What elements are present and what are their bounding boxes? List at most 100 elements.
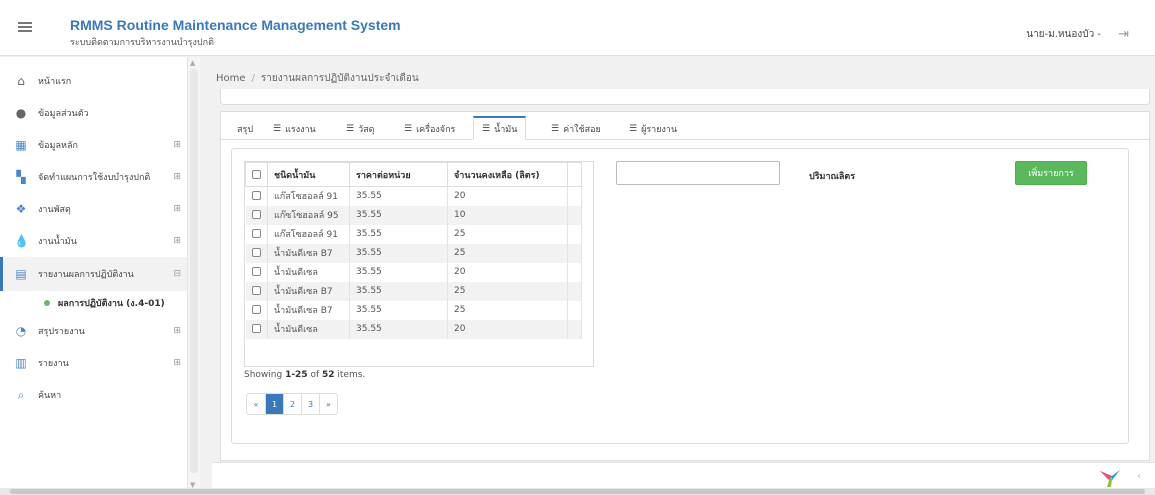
column-header[interactable]: ชนิดน้ำมัน: [267, 162, 350, 187]
page-2-button[interactable]: 2: [283, 394, 301, 414]
hamburger-icon[interactable]: [18, 22, 32, 32]
tab-label: วัสดุ: [358, 125, 375, 135]
sidebar-item-profile[interactable]: ● ข้อมูลส่วนตัว: [0, 97, 187, 129]
expand-icon[interactable]: ⊞: [173, 172, 181, 182]
column-header[interactable]: ราคาต่อหน่วย: [349, 162, 448, 187]
app-subtitle: ระบบติดตามการบริหารงานบำรุงปกติ: [70, 38, 214, 48]
chevron-left-icon[interactable]: ‹: [1137, 471, 1141, 482]
list-icon: ☰: [551, 124, 560, 134]
sidebar-item-reports[interactable]: ▥ รายงาน ⊞: [0, 347, 187, 379]
breadcrumb-home[interactable]: Home: [216, 73, 246, 84]
tab-summary[interactable]: สรุป: [229, 118, 261, 140]
tab-label: น้ำมัน: [494, 124, 518, 135]
grid-icon: ▚: [16, 170, 26, 184]
page-3-button[interactable]: 3: [301, 394, 319, 414]
table-row[interactable]: น้ำมันดีเซล B7 35.55 25: [245, 281, 582, 301]
select-all-checkbox[interactable]: [252, 169, 261, 179]
expand-icon[interactable]: ⊞: [173, 236, 181, 246]
sidebar-item-search[interactable]: ⌕ ค้นหา: [0, 379, 187, 411]
row-checkbox[interactable]: [251, 286, 261, 295]
sidebar-item-fuel[interactable]: 💧 งานน้ำมัน ⊞: [0, 225, 187, 257]
tab-reporter[interactable]: ☰ ผู้รายงาน: [621, 118, 685, 140]
list-icon: ☰: [404, 124, 413, 134]
remaining-liters: 25: [447, 224, 568, 244]
sidebar-item-master-data[interactable]: ▦ ข้อมูลหลัก ⊞: [0, 129, 187, 161]
sidebar-item-budget-plan[interactable]: ▚ จัดทำแผนการใช้งบบำรุงปกติ ⊞: [0, 161, 187, 193]
user-name[interactable]: นาย-ม.หนองบัว -: [1026, 27, 1101, 42]
table-row[interactable]: น้ำมันดีเซล 35.55 20: [245, 262, 582, 282]
fuel-table: ชนิดน้ำมัน ราคาต่อหน่วย จำนวนคงเหลือ (ลิ…: [245, 162, 582, 339]
remaining-liters: 25: [447, 243, 568, 263]
next-page-button[interactable]: »: [319, 394, 337, 414]
table-row[interactable]: น้ำมันดีเซล B7 35.55 25: [245, 300, 582, 320]
sidebar-item-performance-report[interactable]: ▤ รายงานผลการปฏิบัติงาน ⊟: [0, 257, 187, 291]
row-checkbox[interactable]: [251, 191, 261, 201]
sidebar-subitem-performance[interactable]: ผลการปฏิบัติงาน (ง.4-01): [0, 291, 187, 315]
list-icon: ☰: [629, 124, 638, 134]
search-icon: ⌕: [17, 387, 25, 402]
expand-icon[interactable]: ⊞: [173, 140, 181, 150]
summary-middle: of: [307, 370, 322, 380]
table-row[interactable]: แก๊ซโซฮอลล์ 95 35.55 10: [245, 205, 582, 225]
table-row[interactable]: น้ำมันดีเซล B7 35.55 25: [245, 243, 582, 263]
sidebar-item-summary[interactable]: ◔ สรุปรายงาน ⊞: [0, 315, 187, 347]
list-icon: ☰: [482, 123, 491, 134]
horizontal-scrollbar[interactable]: [0, 488, 1155, 495]
fuel-type: น้ำมันดีเซล B7: [267, 243, 350, 263]
quantity-input[interactable]: [616, 161, 780, 185]
row-checkbox[interactable]: [251, 305, 261, 314]
table-icon: ▦: [15, 138, 27, 152]
collapse-icon[interactable]: ⊟: [173, 269, 181, 279]
expand-icon[interactable]: ⊞: [173, 204, 181, 214]
report-panel: สรุป ☰ แรงงาน ☰ วัสดุ ☰ เครื่องจักร ☰ น้ำมัน…: [220, 111, 1150, 461]
fuel-type: น้ำมันดีเซล: [267, 319, 350, 339]
fuel-type: แก๊สโซฮอลล์ 91: [267, 186, 350, 206]
scroll-header-cell: [567, 162, 582, 187]
user-icon: ●: [15, 106, 27, 120]
sidebar-item-supplies[interactable]: ❖ งานพัสดุ ⊞: [0, 193, 187, 225]
table-row[interactable]: แก๊สโซฮอลล์ 91 35.55 20: [245, 186, 582, 206]
row-checkbox[interactable]: [251, 248, 261, 257]
tab-expenses[interactable]: ☰ ค่าใช้สอย: [543, 118, 609, 140]
sidebar-item-label: จัดทำแผนการใช้งบบำรุงปกติ: [38, 173, 151, 183]
expand-icon[interactable]: ⊞: [173, 326, 181, 336]
unit-price: 35.55: [349, 281, 448, 301]
expand-icon[interactable]: ⊞: [173, 358, 181, 368]
summary-total: 52: [322, 370, 335, 380]
row-checkbox[interactable]: [251, 210, 261, 219]
pie-chart-icon: ◔: [15, 324, 27, 338]
horizontal-scroll-thumb[interactable]: [10, 489, 1145, 494]
pagination: « 1 2 3 »: [246, 393, 338, 415]
page-1-button[interactable]: 1: [265, 394, 283, 414]
remaining-liters: 20: [447, 186, 568, 206]
prev-page-button[interactable]: «: [247, 394, 265, 414]
table-row[interactable]: แก๊สโซฮอลล์ 91 35.55 25: [245, 224, 582, 244]
fuel-table-container[interactable]: ชนิดน้ำมัน ราคาต่อหน่วย จำนวนคงเหลือ (ลิ…: [244, 161, 594, 367]
sidebar-item-label: หน้าแรก: [38, 77, 72, 87]
row-checkbox[interactable]: [251, 324, 261, 333]
scroll-up-icon[interactable]: ▲: [190, 59, 195, 67]
bar-chart-icon: ▥: [15, 356, 27, 370]
fuel-type: น้ำมันดีเซล B7: [267, 300, 350, 320]
fuel-panel: ชนิดน้ำมัน ราคาต่อหน่วย จำนวนคงเหลือ (ลิ…: [231, 148, 1129, 444]
row-checkbox[interactable]: [251, 229, 261, 238]
sidebar-item-home[interactable]: ⌂ หน้าแรก: [0, 65, 187, 97]
logout-icon[interactable]: ⇥: [1118, 27, 1129, 42]
table-row[interactable]: น้ำมันดีเซล 35.55 20: [245, 319, 582, 339]
tab-labor[interactable]: ☰ แรงงาน: [265, 118, 324, 140]
sidebar-scrollbar[interactable]: ▲ ▼: [187, 57, 200, 493]
column-header[interactable]: จำนวนคงเหลือ (ลิตร): [447, 162, 568, 187]
list-icon: ☰: [273, 124, 282, 134]
sidebar-scroll-thumb[interactable]: [190, 69, 198, 473]
tab-label: เครื่องจักร: [416, 125, 456, 135]
breadcrumb-current: รายงานผลการปฏิบัติงานประจำเดือน: [260, 73, 419, 84]
sidebar-item-label: รายงาน: [38, 359, 69, 369]
tab-machinery[interactable]: ☰ เครื่องจักร: [396, 118, 463, 140]
remaining-liters: 25: [447, 300, 568, 320]
sidebar-item-label: ข้อมูลหลัก: [38, 141, 78, 151]
tab-materials[interactable]: ☰ วัสดุ: [338, 118, 382, 140]
add-item-button[interactable]: เพิ่มรายการ: [1015, 161, 1087, 185]
tab-fuel[interactable]: ☰ น้ำมัน: [473, 116, 527, 140]
row-checkbox[interactable]: [251, 267, 261, 276]
sidebar-item-label: ค้นหา: [38, 391, 62, 401]
